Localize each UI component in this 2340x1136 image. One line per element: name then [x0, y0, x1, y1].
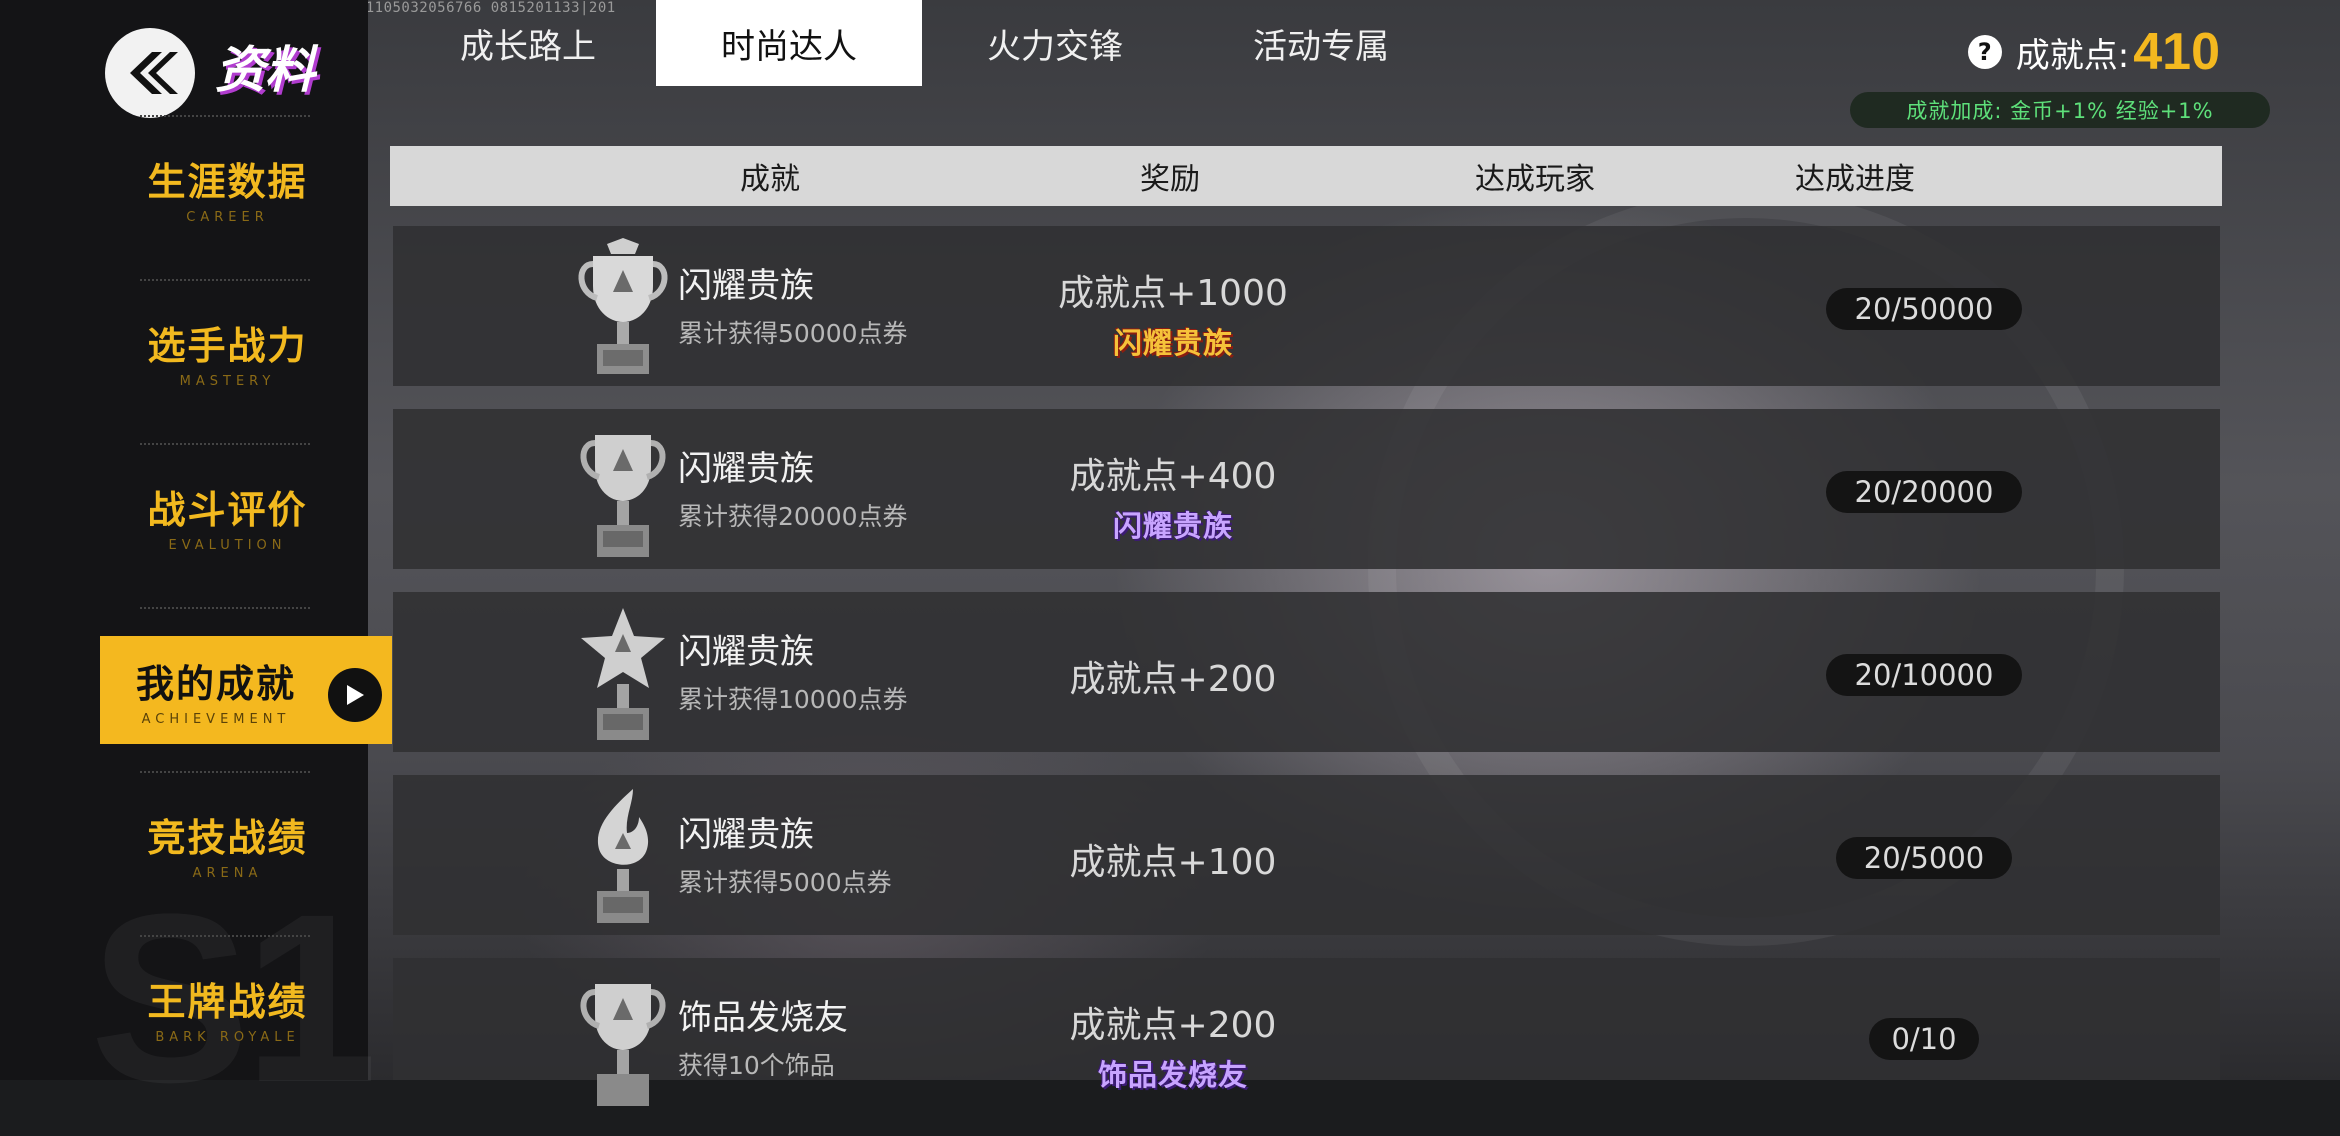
sidebar-item-label: 选手战力 — [147, 324, 308, 368]
achievement-name: 闪耀贵族 — [678, 266, 814, 306]
sidebar-item-sublabel: MASTERY — [179, 374, 276, 389]
cup-crown-icon — [578, 238, 668, 374]
page-title: 资料 — [215, 41, 315, 99]
progress-badge: 20/20000 — [1826, 471, 2022, 513]
sidebar-item-career[interactable]: 生涯数据 CAREER — [75, 134, 380, 242]
achievement-description: 累计获得20000点券 — [678, 502, 908, 531]
reward: 成就点+200 — [993, 650, 1353, 702]
achievement-name: 闪耀贵族 — [678, 632, 814, 672]
sidebar-item-sublabel: ARENA — [192, 866, 263, 881]
reward-title-badge: 闪耀贵族 — [1112, 326, 1233, 360]
sidebar-item-label: 我的成就 — [135, 662, 296, 706]
sidebar-item-label: 竞技战绩 — [147, 816, 308, 860]
nav-divider — [140, 771, 310, 773]
tab-fashion[interactable]: 时尚达人 — [656, 0, 922, 86]
reward: 成就点+400 闪耀贵族 — [993, 447, 1353, 545]
tab-firepower[interactable]: 火力交锋 — [922, 0, 1188, 86]
points-label: 成就点: — [2015, 35, 2130, 76]
sidebar-item-label: 王牌战绩 — [147, 980, 308, 1024]
reward: 成就点+1000 闪耀贵族 — [993, 264, 1353, 362]
reward-title-badge: 闪耀贵族 — [1112, 509, 1233, 543]
achievement-name: 闪耀贵族 — [678, 815, 814, 855]
table-row[interactable]: 饰品发烧友 获得10个饰品 成就点+200 饰品发烧友 0/10 — [393, 958, 2220, 1106]
achievement-description: 获得10个饰品 — [678, 1051, 835, 1080]
tab-event[interactable]: 活动专属 — [1188, 0, 1454, 86]
achievement-name: 闪耀贵族 — [678, 449, 814, 489]
sidebar-item-sublabel: BARK ROYALE — [155, 1030, 300, 1045]
table-row[interactable]: 闪耀贵族 累计获得50000点券 成就点+1000 闪耀贵族 20/50000 — [393, 226, 2220, 386]
sidebar-item-sublabel: CAREER — [186, 210, 269, 225]
sidebar-item-sublabel: EVALUTION — [168, 538, 287, 553]
achievement-description: 累计获得5000点券 — [678, 868, 892, 897]
sidebar-item-label: 生涯数据 — [147, 160, 308, 204]
sidebar-item-achievement[interactable]: 我的成就 ACHIEVEMENT — [100, 636, 392, 744]
sidebar-item-sublabel: ACHIEVEMENT — [141, 712, 291, 727]
achievement-description: 累计获得10000点券 — [678, 685, 908, 714]
column-reward: 奖励 — [1140, 162, 1200, 197]
tab-bar: 成长路上 时尚达人 火力交锋 活动专属 — [395, 0, 1454, 86]
nav-divider — [140, 279, 310, 281]
column-players: 达成玩家 — [1475, 162, 1595, 197]
progress-badge: 20/50000 — [1826, 288, 2022, 330]
column-progress: 达成进度 — [1795, 162, 1915, 197]
flame-trophy-icon — [597, 789, 649, 923]
sidebar-item-label: 战斗评价 — [147, 488, 308, 532]
reward: 成就点+100 — [993, 833, 1353, 885]
achievement-name: 饰品发烧友 — [678, 998, 848, 1038]
achievement-points: ? 成就点: 410 — [1967, 22, 2220, 82]
nav-divider — [140, 935, 310, 937]
sidebar-item-bark-royale[interactable]: 王牌战绩 BARK ROYALE — [75, 954, 380, 1062]
table-row[interactable]: 闪耀贵族 累计获得20000点券 成就点+400 闪耀贵族 20/20000 — [393, 409, 2220, 569]
cup-icon — [580, 435, 666, 557]
progress-badge: 20/10000 — [1826, 654, 2022, 696]
column-achievement: 成就 — [740, 162, 800, 197]
sidebar-item-mastery[interactable]: 选手战力 MASTERY — [75, 298, 380, 406]
reward: 成就点+200 饰品发烧友 — [993, 996, 1353, 1094]
cup-icon — [580, 984, 666, 1106]
reward-points: 成就点+200 — [1069, 1005, 1277, 1046]
reward-points: 成就点+1000 — [1058, 273, 1288, 314]
nav-divider — [140, 607, 310, 609]
tab-growth[interactable]: 成长路上 — [395, 0, 661, 86]
points-value: 410 — [2133, 23, 2220, 81]
progress-badge: 20/5000 — [1836, 837, 2012, 879]
achievement-description: 累计获得50000点券 — [678, 319, 908, 348]
nav-divider — [140, 443, 310, 445]
progress-badge: 0/10 — [1869, 1018, 1979, 1060]
table-row[interactable]: 闪耀贵族 累计获得10000点券 成就点+200 20/10000 — [393, 592, 2220, 752]
table-row[interactable]: 闪耀贵族 累计获得5000点券 成就点+100 20/5000 — [393, 775, 2220, 935]
sidebar-item-arena[interactable]: 竞技战绩 ARENA — [75, 790, 380, 898]
play-arrow-icon — [328, 668, 382, 722]
double-chevron-left-icon — [130, 52, 178, 94]
back-button[interactable] — [105, 28, 195, 118]
reward-points: 成就点+400 — [1069, 456, 1277, 497]
bonus-badge: 成就加成: 金币+1% 经验+1% — [1850, 92, 2270, 128]
help-icon[interactable]: ? — [1967, 35, 2002, 69]
sidebar-item-evaluation[interactable]: 战斗评价 EVALUTION — [75, 462, 380, 570]
reward-points: 成就点+200 — [1069, 659, 1277, 700]
nav-divider — [140, 115, 310, 117]
reward-title-badge: 饰品发烧友 — [1097, 1058, 1248, 1092]
reward-points: 成就点+100 — [1069, 842, 1277, 883]
table-header: 成就 奖励 达成玩家 达成进度 — [390, 146, 2222, 206]
star-trophy-icon — [581, 608, 665, 740]
